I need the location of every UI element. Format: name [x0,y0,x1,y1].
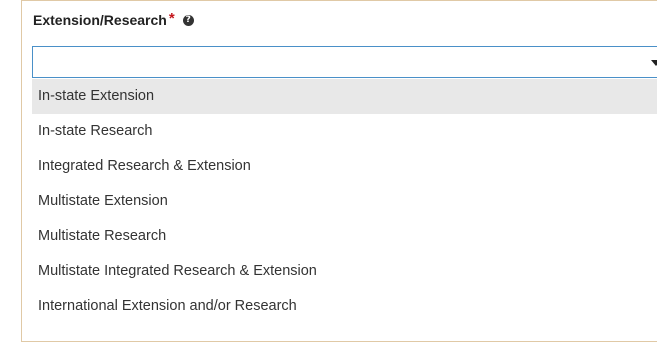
form-panel: Extension/Research * ? In-state Extensio… [21,0,657,342]
dropdown-option[interactable]: In-state Research [32,114,657,149]
caret-down-icon[interactable] [651,60,657,66]
field-label-text: Extension/Research [33,12,167,28]
dropdown-options-list: In-state Extension In-state Research Int… [32,79,657,324]
dropdown-option[interactable]: Integrated Research & Extension [32,149,657,184]
required-marker: * [168,9,175,27]
dropdown-option[interactable]: Multistate Research [32,219,657,254]
dropdown-option[interactable]: Multistate Integrated Research & Extensi… [32,254,657,289]
dropdown-option[interactable]: Multistate Extension [32,184,657,219]
dropdown-option[interactable]: International Extension and/or Research [32,289,657,324]
field-label: Extension/Research * ? [33,10,194,30]
dropdown-option[interactable]: In-state Extension [32,79,657,114]
extension-research-select[interactable] [32,46,657,78]
question-circle-icon[interactable]: ? [182,14,194,26]
